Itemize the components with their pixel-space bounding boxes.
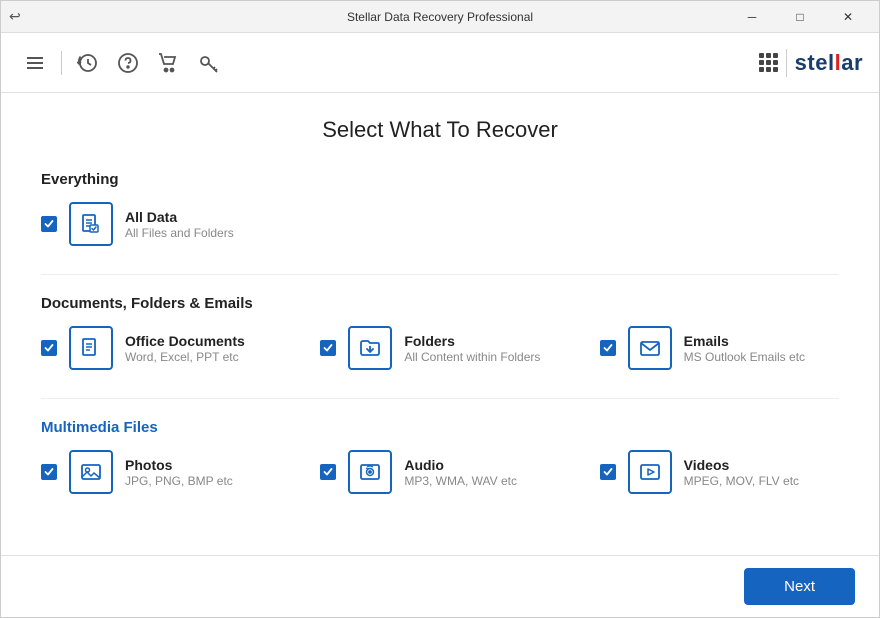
photos-text: Photos JPG, PNG, BMP etc xyxy=(125,457,233,488)
emails-label: Emails xyxy=(684,333,805,349)
videos-text: Videos MPEG, MOV, FLV etc xyxy=(684,457,799,488)
audio-label: Audio xyxy=(404,457,517,473)
folders-desc: All Content within Folders xyxy=(404,350,540,364)
emails-desc: MS Outlook Emails etc xyxy=(684,350,805,364)
checkbox-audio[interactable] xyxy=(320,464,336,480)
photos-desc: JPG, PNG, BMP etc xyxy=(125,474,233,488)
photos-icon-box xyxy=(69,450,113,494)
checkbox-emails[interactable] xyxy=(600,340,616,356)
toolbar-right: stellar xyxy=(759,49,863,77)
help-icon[interactable] xyxy=(110,45,146,81)
section-title-documents: Documents, Folders & Emails xyxy=(41,295,839,312)
videos-icon-box xyxy=(628,450,672,494)
checkbox-photos[interactable] xyxy=(41,464,57,480)
title-bar-left: ↩ xyxy=(9,8,49,26)
divider-2 xyxy=(41,398,839,399)
footer: Next xyxy=(1,555,879,617)
next-button[interactable]: Next xyxy=(744,568,855,605)
toolbar-divider xyxy=(61,51,62,75)
page-title: Select What To Recover xyxy=(41,117,839,143)
office-docs-text: Office Documents Word, Excel, PPT etc xyxy=(125,333,245,364)
checkbox-folders[interactable] xyxy=(320,340,336,356)
app-title: Stellar Data Recovery Professional xyxy=(347,10,533,24)
videos-label: Videos xyxy=(684,457,799,473)
option-folders: Folders All Content within Folders xyxy=(320,326,559,370)
title-bar-center: Stellar Data Recovery Professional xyxy=(347,10,533,24)
maximize-button[interactable]: □ xyxy=(777,1,823,33)
option-office-docs: Office Documents Word, Excel, PPT etc xyxy=(41,326,280,370)
section-documents: Documents, Folders & Emails xyxy=(41,295,839,370)
photos-label: Photos xyxy=(125,457,233,473)
close-button[interactable]: ✕ xyxy=(825,1,871,33)
apps-grid-icon[interactable] xyxy=(759,53,778,72)
videos-desc: MPEG, MOV, FLV etc xyxy=(684,474,799,488)
option-videos: Videos MPEG, MOV, FLV etc xyxy=(600,450,839,494)
section-title-everything: Everything xyxy=(41,171,839,188)
checkbox-videos[interactable] xyxy=(600,464,616,480)
office-docs-desc: Word, Excel, PPT etc xyxy=(125,350,245,364)
emails-text: Emails MS Outlook Emails etc xyxy=(684,333,805,364)
back-icon[interactable]: ↩ xyxy=(9,8,21,24)
section-everything: Everything xyxy=(41,171,839,246)
options-row-everything: All Data All Files and Folders xyxy=(41,202,839,246)
title-bar: ↩ Stellar Data Recovery Professional ─ □… xyxy=(1,1,879,33)
checkbox-all-data[interactable] xyxy=(41,216,57,232)
options-row-documents: Office Documents Word, Excel, PPT etc xyxy=(41,326,839,370)
toolbar: stellar xyxy=(1,33,879,93)
logo-text: stellar xyxy=(795,50,863,76)
cart-icon[interactable] xyxy=(150,45,186,81)
audio-icon-box xyxy=(348,450,392,494)
option-emails: Emails MS Outlook Emails etc xyxy=(600,326,839,370)
option-all-data: All Data All Files and Folders xyxy=(41,202,294,246)
options-row-multimedia: Photos JPG, PNG, BMP etc xyxy=(41,450,839,494)
title-bar-controls: ─ □ ✕ xyxy=(729,1,871,33)
logo-divider xyxy=(786,49,787,77)
office-docs-icon-box xyxy=(69,326,113,370)
all-data-text: All Data All Files and Folders xyxy=(125,209,234,240)
all-data-icon-box xyxy=(69,202,113,246)
history-icon[interactable] xyxy=(70,45,106,81)
stellar-logo: stellar xyxy=(795,50,863,76)
option-audio: Audio MP3, WMA, WAV etc xyxy=(320,450,559,494)
all-data-label: All Data xyxy=(125,209,234,225)
office-docs-label: Office Documents xyxy=(125,333,245,349)
audio-desc: MP3, WMA, WAV etc xyxy=(404,474,517,488)
folders-label: Folders xyxy=(404,333,540,349)
emails-icon-box xyxy=(628,326,672,370)
minimize-button[interactable]: ─ xyxy=(729,1,775,33)
key-icon[interactable] xyxy=(190,45,226,81)
section-multimedia: Multimedia Files Photos xyxy=(41,419,839,494)
all-data-desc: All Files and Folders xyxy=(125,226,234,240)
divider-1 xyxy=(41,274,839,275)
hamburger-icon[interactable] xyxy=(17,45,53,81)
option-photos: Photos JPG, PNG, BMP etc xyxy=(41,450,280,494)
section-title-multimedia: Multimedia Files xyxy=(41,419,839,436)
checkbox-all-data-wrapper xyxy=(41,216,57,232)
checkbox-office-docs[interactable] xyxy=(41,340,57,356)
toolbar-left xyxy=(17,45,226,81)
audio-text: Audio MP3, WMA, WAV etc xyxy=(404,457,517,488)
main-content: Select What To Recover Everything xyxy=(1,93,879,555)
folders-text: Folders All Content within Folders xyxy=(404,333,540,364)
folders-icon-box xyxy=(348,326,392,370)
